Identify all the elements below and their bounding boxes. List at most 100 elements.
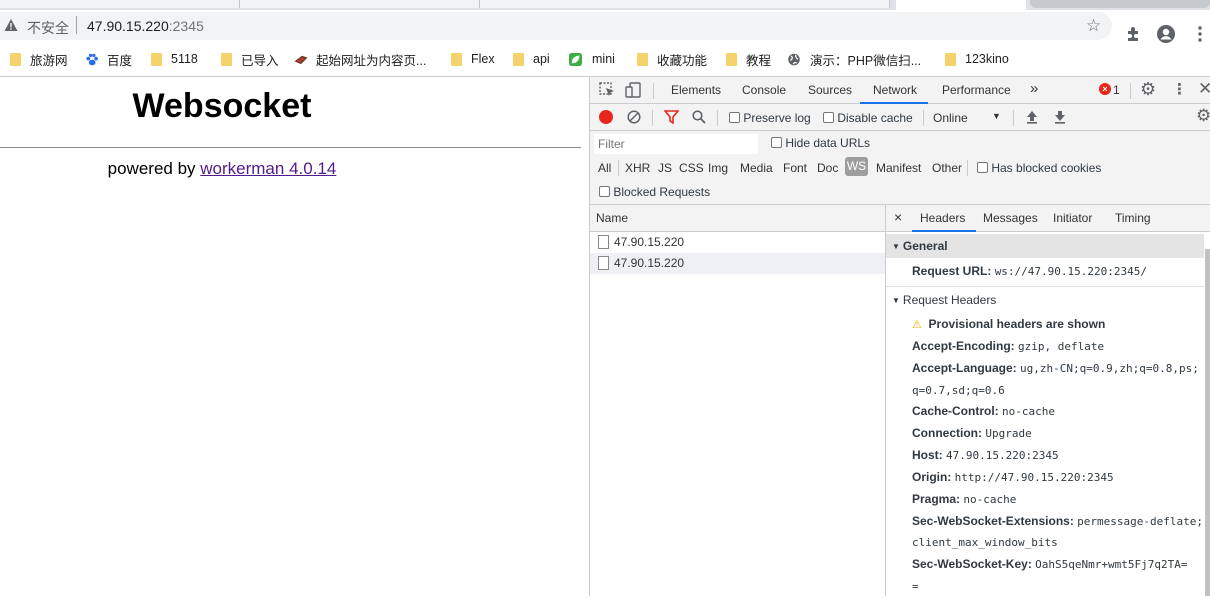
browser-tab[interactable]	[640, 0, 890, 8]
bookmark-item[interactable]: 百度	[85, 51, 132, 68]
settings-gear-icon[interactable]: ⚙	[1140, 80, 1156, 98]
tab-network[interactable]: Network	[873, 83, 917, 97]
disable-cache-checkbox[interactable]: Disable cache	[823, 111, 913, 125]
detail-scrollbar[interactable]	[1205, 249, 1210, 596]
omnibox[interactable]: 不安全 47.90.15.220:2345 ☆	[0, 12, 1112, 40]
filter-type-js[interactable]: JS	[658, 161, 672, 175]
export-har-icon[interactable]	[1054, 110, 1066, 124]
checkbox-box[interactable]	[729, 112, 740, 123]
baidu-paw-icon	[86, 53, 98, 65]
preserve-log-checkbox[interactable]: Preserve log	[729, 111, 811, 125]
header-name: Accept-Encoding:	[912, 339, 1015, 353]
bookmark-item[interactable]: 教程	[726, 51, 771, 68]
security-label[interactable]: 不安全	[27, 18, 69, 38]
bookmark-item[interactable]: 123kino	[945, 51, 1009, 67]
tab-elements[interactable]: Elements	[671, 83, 721, 97]
warning-icon[interactable]	[4, 18, 18, 32]
import-har-icon[interactable]	[1026, 110, 1038, 124]
header-name: Sec-WebSocket-Extensions:	[912, 514, 1074, 528]
filter-icon[interactable]	[664, 110, 679, 124]
close-devtools-icon[interactable]: ✕	[1198, 79, 1210, 99]
filter-type-css[interactable]: CSS	[679, 161, 704, 175]
tab-performance[interactable]: Performance	[942, 83, 1011, 97]
search-icon[interactable]	[692, 110, 706, 124]
bookmark-item[interactable]: 5118	[151, 51, 198, 67]
has-blocked-cookies-checkbox[interactable]: Has blocked cookies	[977, 161, 1101, 175]
hide-data-urls-checkbox[interactable]: Hide data URLs	[771, 136, 870, 150]
bookmark-item[interactable]: api	[513, 51, 550, 67]
request-row-selected[interactable]: 47.90.15.220	[590, 253, 885, 274]
bookmark-star-icon[interactable]: ☆	[1086, 17, 1101, 34]
browser-tab[interactable]	[240, 0, 480, 8]
record-icon[interactable]	[599, 110, 613, 124]
close-detail-icon[interactable]: ×	[894, 209, 902, 225]
devtools-menu-icon[interactable]: ⋮	[1172, 81, 1187, 98]
header-value: =	[912, 580, 919, 593]
detail-tab-initiator[interactable]: Initiator	[1053, 211, 1092, 225]
bookmark-item[interactable]: Flex	[451, 51, 495, 67]
filter-input[interactable]	[594, 134, 758, 154]
filter-type-media[interactable]: Media	[740, 161, 773, 175]
bookmark-item[interactable]: 起始网址为内容页...	[293, 51, 426, 68]
request-headers-section-header[interactable]: ▼ Request Headers	[886, 288, 1204, 312]
filter-type-all[interactable]: All	[598, 161, 611, 175]
general-section-header[interactable]: ▼ General	[886, 234, 1204, 258]
browser-tab[interactable]	[0, 0, 240, 8]
more-tabs-icon[interactable]: »	[1030, 80, 1038, 97]
network-settings-icon[interactable]: ⚙	[1196, 107, 1210, 125]
checkbox-box[interactable]	[977, 162, 988, 173]
workerman-link[interactable]: workerman 4.0.14	[200, 159, 336, 178]
throttling-select[interactable]: Online	[933, 111, 968, 125]
bookmark-item[interactable]: 已导入	[221, 51, 279, 68]
filter-type-ws[interactable]: WS	[845, 157, 868, 176]
detail-tab-headers[interactable]: Headers	[920, 211, 965, 225]
bookmark-item[interactable]: 演示：PHP微信扫...	[787, 51, 922, 68]
document-icon	[598, 235, 609, 249]
bookmark-item[interactable]: 收藏功能	[637, 51, 708, 68]
browser-menu-icon[interactable]	[1190, 24, 1210, 44]
checkbox-box[interactable]	[823, 112, 834, 123]
filter-type-img[interactable]: Img	[708, 161, 728, 175]
bookmark-item[interactable]: mini	[568, 51, 615, 67]
disable-cache-label: Disable cache	[837, 111, 913, 125]
tab-sources[interactable]: Sources	[808, 83, 852, 97]
bookmark-label: 收藏功能	[657, 53, 708, 68]
bookmark-label: mini	[592, 52, 615, 66]
request-row[interactable]: 47.90.15.220	[590, 232, 885, 253]
page-title: Websocket	[132, 87, 312, 125]
filter-type-xhr[interactable]: XHR	[625, 161, 650, 175]
checkbox-box[interactable]	[599, 186, 610, 197]
general-title: General	[902, 239, 948, 253]
header-value: 47.90.15.220:2345	[946, 449, 1059, 462]
error-icon[interactable]: ×	[1099, 83, 1111, 95]
folder-icon	[637, 52, 648, 66]
filter-type-font[interactable]: Font	[783, 161, 807, 175]
header-value: OahS5qeNmr+wmt5Fj7q2TA=	[1035, 558, 1188, 571]
extensions-puzzle-icon[interactable]	[1124, 24, 1144, 44]
toolbar-separator	[1013, 110, 1014, 126]
detail-tab-timing[interactable]: Timing	[1115, 211, 1151, 225]
profile-avatar-icon[interactable]	[1156, 24, 1176, 44]
error-count[interactable]: 1	[1113, 83, 1120, 97]
detail-tab-messages[interactable]: Messages	[983, 211, 1038, 225]
header-name: Request URL:	[912, 264, 992, 278]
clear-icon[interactable]	[627, 110, 641, 124]
powered-by-text: powered by workerman 4.0.14	[0, 159, 444, 179]
device-toolbar-icon[interactable]	[625, 82, 642, 98]
name-column-header[interactable]: Name	[590, 205, 885, 232]
bookmark-label: 演示：PHP微信扫...	[810, 53, 922, 68]
inspect-element-icon[interactable]	[599, 82, 615, 98]
header-name: Accept-Language:	[912, 361, 1017, 375]
filter-type-other[interactable]: Other	[932, 161, 962, 175]
header-row: Pragma: no-cache	[912, 488, 1204, 511]
toolbar-separator	[717, 110, 718, 126]
blocked-requests-checkbox[interactable]: Blocked Requests	[599, 185, 710, 199]
active-browser-tab[interactable]	[896, 0, 1026, 10]
filter-type-manifest[interactable]: Manifest	[876, 161, 921, 175]
tab-console[interactable]: Console	[742, 83, 786, 97]
checkbox-box[interactable]	[771, 137, 782, 148]
dropdown-arrow-icon[interactable]: ▼	[992, 111, 1001, 121]
url-text[interactable]: 47.90.15.220:2345	[87, 18, 204, 34]
bookmark-item[interactable]: 旅游网	[10, 51, 68, 68]
filter-type-doc[interactable]: Doc	[817, 161, 838, 175]
